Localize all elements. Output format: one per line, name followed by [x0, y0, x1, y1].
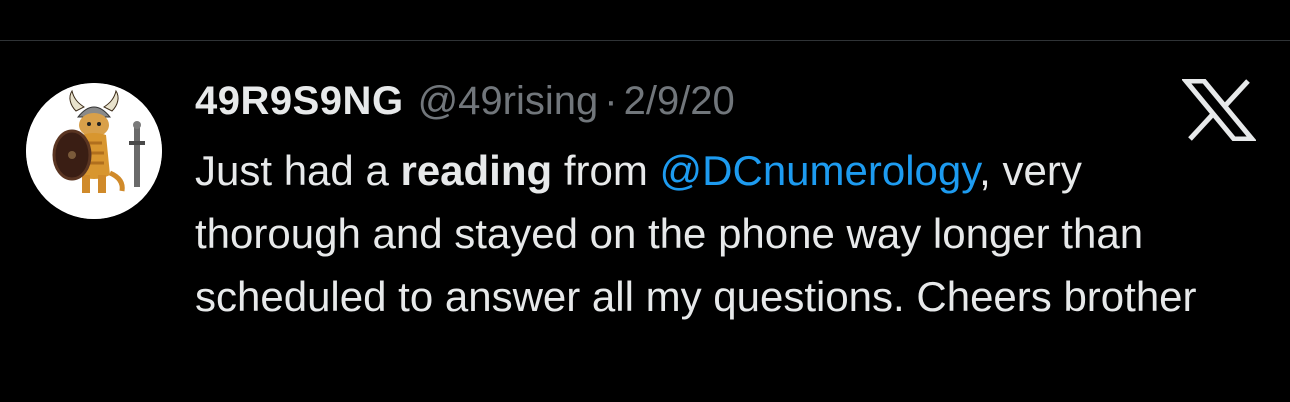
tweet-card[interactable]: 49R9S9NG @49rising · 2/9/20 Just had a r…	[0, 41, 1290, 402]
tweet-text-part-1: Just had a	[195, 147, 401, 194]
tweet-text-part-2: from	[552, 147, 660, 194]
tweet-body: Just had a reading from @DCnumerology, v…	[195, 139, 1255, 328]
x-logo-icon[interactable]	[1182, 79, 1256, 141]
author-handle[interactable]: @49rising	[418, 75, 599, 127]
viking-cat-avatar-icon	[26, 83, 162, 219]
separator-dot: ·	[604, 79, 618, 123]
avatar[interactable]	[26, 83, 162, 219]
mention-link[interactable]: @DCnumerology	[660, 147, 980, 194]
tweet-date[interactable]: 2/9/20	[624, 75, 735, 127]
author-display-name[interactable]: 49R9S9NG	[195, 75, 404, 127]
tweet-text-bold: reading	[400, 147, 553, 194]
tweet-header: 49R9S9NG @49rising · 2/9/20	[195, 75, 735, 127]
